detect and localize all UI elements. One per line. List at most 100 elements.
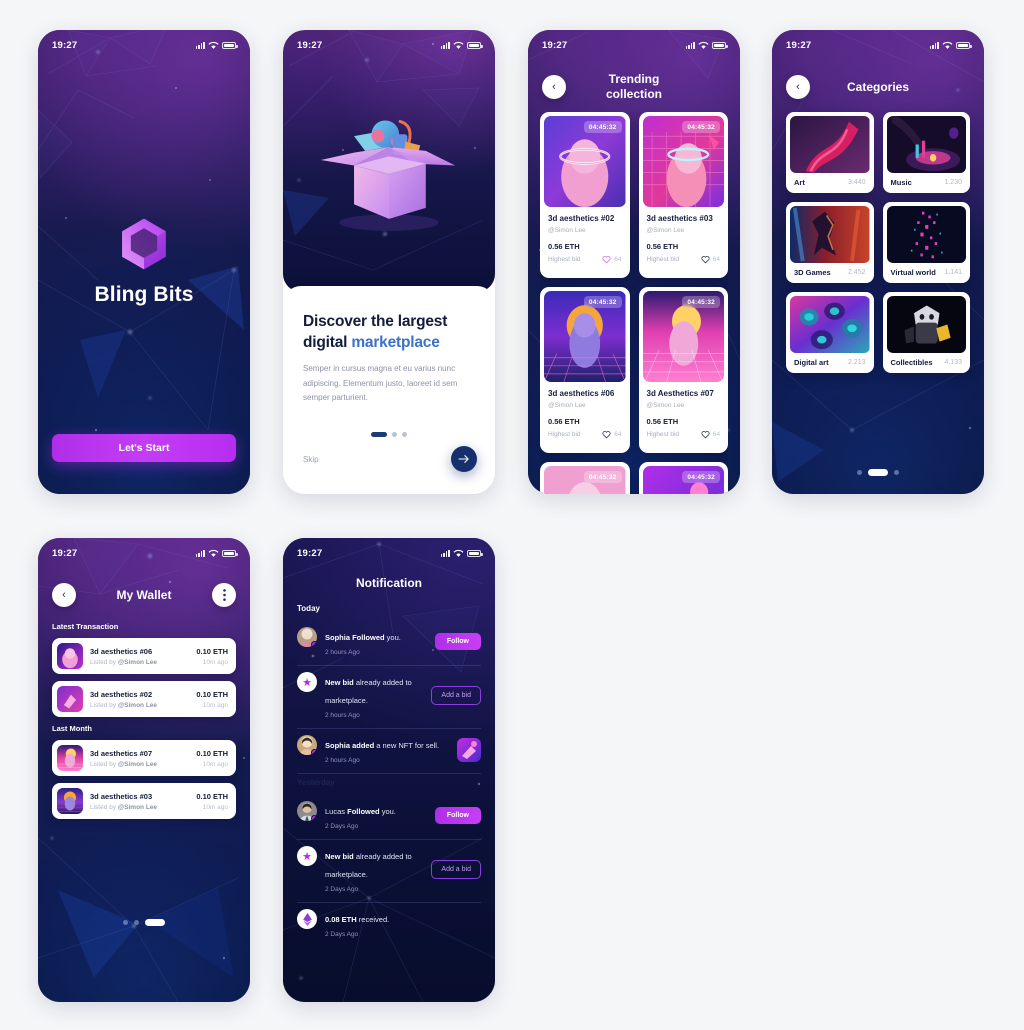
nft-owner: @Simon Lee: [646, 402, 685, 409]
list-item[interactable]: Sophia added a new NFT for sell. 2 hours…: [297, 729, 481, 774]
add-a-bid-button[interactable]: Add a bid: [431, 860, 481, 879]
notification-text: New bid already added to marketplace.: [325, 678, 412, 705]
transaction-time: 10m ago: [202, 658, 228, 666]
transaction-info: 3d aesthetics #03 Listed by @Simon Lee: [90, 792, 189, 811]
notification-time: 2 hours Ago: [325, 757, 360, 764]
back-button[interactable]: ‹: [786, 75, 810, 99]
list-item[interactable]: 0.08 ETH received. 2 Days Ago: [297, 903, 481, 947]
status-bar: 19:27: [283, 30, 495, 60]
nft-likes[interactable]: 64: [701, 255, 720, 264]
onboarding-body-text: Semper in cursus magna et eu varius nunc…: [303, 363, 458, 403]
onboarding-heading: Discover the largest digital marketplace: [303, 312, 475, 354]
list-item[interactable]: ★ New bid already added to marketplace. …: [297, 840, 481, 903]
category-card-art[interactable]: Art 3.440: [786, 112, 874, 193]
transaction-listed-by: Listed by @Simon Lee: [90, 803, 158, 811]
cellular-signal-icon: [685, 41, 695, 49]
category-card-collectibles[interactable]: Collectibles 4.133: [882, 292, 970, 373]
nft-likes[interactable]: 64: [701, 430, 720, 439]
cellular-signal-icon: [440, 549, 450, 557]
category-card-virtual-world[interactable]: Virtual world 1.141: [882, 202, 970, 283]
pager-dot-active[interactable]: [868, 469, 888, 476]
add-a-bid-button[interactable]: Add a bid: [431, 686, 481, 705]
page-dot-active[interactable]: [371, 432, 387, 438]
wifi-icon: [698, 41, 709, 49]
auction-timer: 04:45:32: [583, 296, 622, 308]
onboarding-hero: 19:27: [283, 30, 495, 292]
list-item[interactable]: Lucas Followed you. 2 Days Ago Follow: [297, 795, 481, 840]
category-name: 3D Games: [794, 268, 831, 277]
nft-card[interactable]: 04:45:32 3d Aesthetics #07 @Simon Lee 0.…: [638, 287, 728, 453]
status-icons: [440, 41, 483, 50]
transaction-thumbnail: [57, 686, 83, 712]
pager-dot[interactable]: [857, 470, 862, 475]
pager-dot[interactable]: [123, 920, 128, 925]
nft-card[interactable]: 04:45:32: [540, 462, 630, 494]
wallet-pager[interactable]: [38, 919, 250, 926]
categories-screen: 19:27 ‹ Categories Art 3.440 Music 1.230…: [772, 30, 984, 494]
categories-pager[interactable]: [772, 469, 984, 476]
games-artwork: [790, 206, 870, 263]
transaction-time: 10m ago: [202, 701, 228, 709]
more-options-button[interactable]: [212, 583, 236, 607]
follow-button[interactable]: Follow: [434, 807, 481, 824]
category-card-digital-art[interactable]: Digital art 2.213: [786, 292, 874, 373]
back-button[interactable]: ‹: [542, 75, 566, 99]
virtual-world-artwork: [886, 206, 966, 263]
skip-button[interactable]: Skip: [303, 455, 319, 464]
category-card-3d-games[interactable]: 3D Games 2.452: [786, 202, 874, 283]
table-row[interactable]: 3d aesthetics #03 Listed by @Simon Lee 0…: [52, 783, 236, 819]
transaction-listed-by: Listed by @Simon Lee: [90, 760, 158, 768]
status-bar: 19:27: [38, 538, 250, 568]
transaction-amount-block: 0.10 ETH 10m ago: [196, 749, 228, 768]
pager-dot[interactable]: [894, 470, 899, 475]
notification-nft-thumbnail[interactable]: [457, 737, 481, 762]
star-icon: ★: [297, 846, 317, 866]
nft-owner: @Simon Lee: [548, 402, 586, 409]
heart-icon: [701, 431, 710, 439]
transaction-name: 3d aesthetics #07: [90, 748, 153, 758]
table-row[interactable]: 3d aesthetics #02 Listed by @Simon Lee 0…: [52, 681, 236, 717]
pager-dot[interactable]: [134, 920, 139, 925]
list-item[interactable]: Sophia Followed you. 2 hours Ago Follow: [297, 621, 481, 666]
status-time: 19:27: [297, 39, 323, 51]
nft-footer: Highest bid 64: [548, 430, 622, 439]
page-title: My Wallet: [116, 587, 172, 602]
table-row[interactable]: 3d aesthetics #07 Listed by @Simon Lee 0…: [52, 740, 236, 776]
nft-card[interactable]: 04:45:32 3d aesthetics #02 @Simon Lee 0.…: [540, 112, 630, 278]
nft-likes[interactable]: 64: [602, 255, 622, 264]
category-card-music[interactable]: Music 1.230: [882, 112, 970, 193]
transaction-amount: 0.10 ETH: [196, 689, 228, 699]
battery-icon: [712, 41, 728, 49]
notification-time: 2 hours Ago: [325, 712, 360, 719]
nft-owner: @Simon Lee: [646, 227, 685, 234]
list-item[interactable]: ★ New bid already added to marketplace. …: [297, 666, 481, 729]
wallet-group-last-month: 3d aesthetics #07 Listed by @Simon Lee 0…: [38, 740, 250, 819]
page-title: Trending collection: [566, 72, 702, 102]
nft-card[interactable]: 04:45:32: [638, 462, 728, 494]
page-dot[interactable]: [392, 432, 397, 438]
nft-card[interactable]: 04:45:32 3d aesthetics #03 @Simon Lee 0.…: [638, 112, 728, 278]
next-button[interactable]: [451, 446, 477, 472]
music-artwork: [886, 116, 966, 173]
page-title: Notification: [356, 576, 422, 590]
pager-dot-active[interactable]: [145, 919, 165, 926]
notification-content: Lucas Followed you. 2 Days Ago: [325, 801, 427, 830]
nft-likes[interactable]: 64: [602, 430, 622, 439]
page-title-line2: collection: [605, 87, 662, 101]
transaction-amount-block: 0.10 ETH 10m ago: [196, 792, 228, 811]
follow-button[interactable]: Follow: [434, 633, 481, 650]
lets-start-button[interactable]: Let's Start: [52, 434, 236, 462]
status-time: 19:27: [52, 547, 78, 559]
onboarding-heading-line2: digital marketplace: [303, 333, 440, 351]
page-dot[interactable]: [402, 432, 407, 438]
notification-group-label: Today: [297, 604, 320, 613]
nft-card[interactable]: 04:45:32 3d aesthetics #06 @Simon Lee 0.…: [540, 287, 630, 453]
categories-topbar: ‹ Categories: [772, 60, 984, 114]
onboarding-page-dots[interactable]: [303, 432, 475, 438]
status-icons: [195, 549, 238, 558]
transaction-info: 3d aesthetics #06 Listed by @Simon Lee: [90, 647, 189, 666]
back-button[interactable]: ‹: [52, 583, 76, 607]
table-row[interactable]: 3d aesthetics #06 Listed by @Simon Lee 0…: [52, 638, 236, 674]
digital-art-artwork: [790, 296, 870, 353]
wallet-section-label: Last Month: [52, 724, 92, 733]
